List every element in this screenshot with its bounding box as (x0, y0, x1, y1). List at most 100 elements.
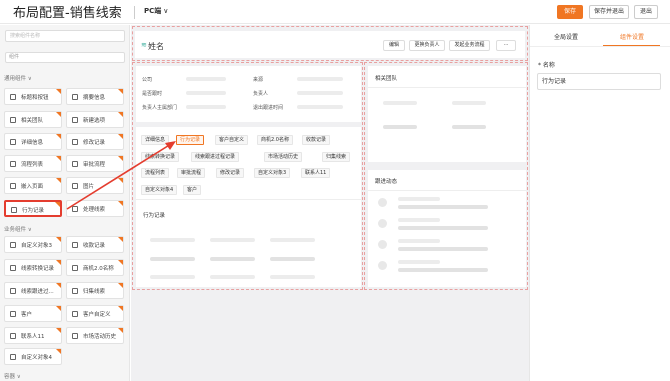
drag-corner-icon (56, 178, 61, 183)
component-item[interactable]: 线索跟进过... (4, 282, 62, 299)
group-business-label[interactable]: 业务组件 ∨ (4, 225, 32, 233)
component-label: 行为记录 (22, 208, 45, 214)
component-label: 联系人11 (21, 334, 45, 340)
component-tab[interactable]: 市场活动历史 (264, 152, 303, 162)
save-button[interactable]: 保存 (557, 5, 583, 19)
tab-global-settings[interactable]: 全局设置 (554, 32, 578, 41)
component-label: 详细信息 (21, 140, 44, 146)
component-tab[interactable]: 线索转换记录 (141, 152, 180, 162)
drag-corner-icon (118, 237, 123, 242)
component-icon (10, 161, 16, 167)
search-input[interactable]: 搜索组件名称 (5, 30, 125, 42)
tab-component-settings[interactable]: 组件设置 (620, 32, 644, 41)
group-general-label[interactable]: 通用组件 ∨ (4, 74, 32, 82)
save-exit-button[interactable]: 保存并退出 (589, 5, 629, 19)
start-process-button[interactable]: 发起业务流程 (449, 40, 490, 51)
component-label: 自定义对象4 (21, 355, 52, 361)
device-select-label: PC端 (144, 7, 162, 15)
component-tab[interactable]: 收款记录 (302, 135, 331, 145)
drag-corner-icon (56, 237, 61, 242)
title-divider (134, 6, 135, 19)
component-tab[interactable]: 线索跟进过程记录 (191, 152, 240, 162)
component-icon (72, 161, 78, 167)
component-icon (72, 206, 78, 212)
drag-corner-icon (56, 89, 61, 94)
drag-corner-icon (55, 202, 60, 207)
component-label: 相关团队 (21, 118, 44, 124)
divider (368, 190, 526, 191)
component-item[interactable]: 详细信息 (4, 133, 62, 150)
component-tab[interactable]: 客户自定义 (215, 135, 249, 145)
drag-corner-icon (56, 134, 61, 139)
drag-corner-icon (118, 306, 123, 311)
drag-corner-icon (118, 260, 123, 265)
component-tab[interactable]: 修改记录 (216, 168, 245, 178)
drag-corner-icon (56, 156, 61, 161)
component-item[interactable]: 自定义对象4 (4, 348, 62, 365)
more-button[interactable]: ··· (496, 40, 516, 51)
component-icon (10, 183, 16, 189)
component-item[interactable]: 标题和按钮 (4, 88, 62, 105)
component-item[interactable]: 联系人11 (4, 327, 62, 344)
component-label: 线索转换记录 (21, 266, 55, 272)
component-item[interactable]: 图片 (66, 177, 124, 194)
group-more-label[interactable]: 容器 ∨ (4, 372, 21, 380)
component-item[interactable]: 相关团队 (4, 111, 62, 128)
component-label: 自定义对象3 (21, 243, 52, 249)
component-icon (11, 207, 17, 213)
component-tab[interactable]: 审批流程 (177, 168, 206, 178)
component-item[interactable]: 线索转换记录 (4, 259, 62, 276)
component-icon (10, 288, 16, 294)
change-owner-button[interactable]: 更换负责人 (409, 40, 445, 51)
drag-corner-icon (56, 112, 61, 117)
component-item[interactable]: 自定义对象3 (4, 236, 62, 253)
list-icon: ≋ (141, 41, 147, 49)
component-item[interactable]: 修改记录 (66, 133, 124, 150)
drag-corner-icon (56, 349, 61, 354)
exit-button[interactable]: 退出 (634, 5, 658, 19)
device-select[interactable]: PC端 ∨ (144, 6, 168, 16)
component-tab[interactable]: 联系人11 (301, 168, 331, 178)
component-icon (72, 288, 78, 294)
follow-up-title: 跟进动态 (375, 179, 398, 185)
component-item[interactable]: 商机2.0名称 (66, 259, 124, 276)
component-icon (72, 311, 78, 317)
component-tab[interactable]: 流程列表 (141, 168, 170, 178)
divider (530, 46, 670, 47)
component-item[interactable]: 客户 (4, 305, 62, 322)
component-icon (10, 139, 16, 145)
component-tab[interactable]: 归集线索 (322, 152, 351, 162)
component-filter[interactable]: 组件 (5, 52, 125, 63)
edit-button[interactable]: 编辑 (383, 40, 405, 51)
component-tab[interactable]: 行为记录 (176, 135, 205, 145)
component-item[interactable]: 审批流程 (66, 155, 124, 172)
component-icon (72, 183, 78, 189)
component-label: 处理线索 (83, 207, 106, 213)
drag-corner-icon (118, 201, 123, 206)
component-tab[interactable]: 自定义对象3 (254, 168, 291, 178)
component-item[interactable]: 归集线索 (66, 282, 124, 299)
component-label: 客户自定义 (83, 312, 111, 318)
component-item[interactable]: 新建选项 (66, 111, 124, 128)
component-item[interactable]: 市场活动历史 (66, 327, 124, 344)
drag-corner-icon (118, 156, 123, 161)
component-item[interactable]: 摘要信息 (66, 88, 124, 105)
component-tab[interactable]: 客户 (183, 185, 202, 195)
component-tab[interactable]: 商机2.0名称 (257, 135, 293, 145)
component-tab[interactable]: 自定义对象4 (141, 185, 178, 195)
component-tab[interactable]: 详细信息 (141, 135, 170, 145)
drag-corner-icon (56, 260, 61, 265)
component-item[interactable]: 收款记录 (66, 236, 124, 253)
component-item[interactable]: 处理线索 (66, 200, 124, 217)
component-item[interactable]: 流程列表 (4, 155, 62, 172)
component-item[interactable]: 嵌入页面 (4, 177, 62, 194)
component-item[interactable]: 行为记录 (4, 200, 62, 217)
component-label: 审批流程 (83, 162, 106, 168)
component-label: 新建选项 (83, 118, 106, 124)
field-label: 退出跟进时间 (253, 105, 284, 111)
divider (136, 199, 361, 200)
drag-corner-icon (118, 283, 123, 288)
name-input[interactable]: 行为记录 (537, 73, 661, 90)
tabs-card[interactable] (136, 127, 361, 287)
component-item[interactable]: 客户自定义 (66, 305, 124, 322)
